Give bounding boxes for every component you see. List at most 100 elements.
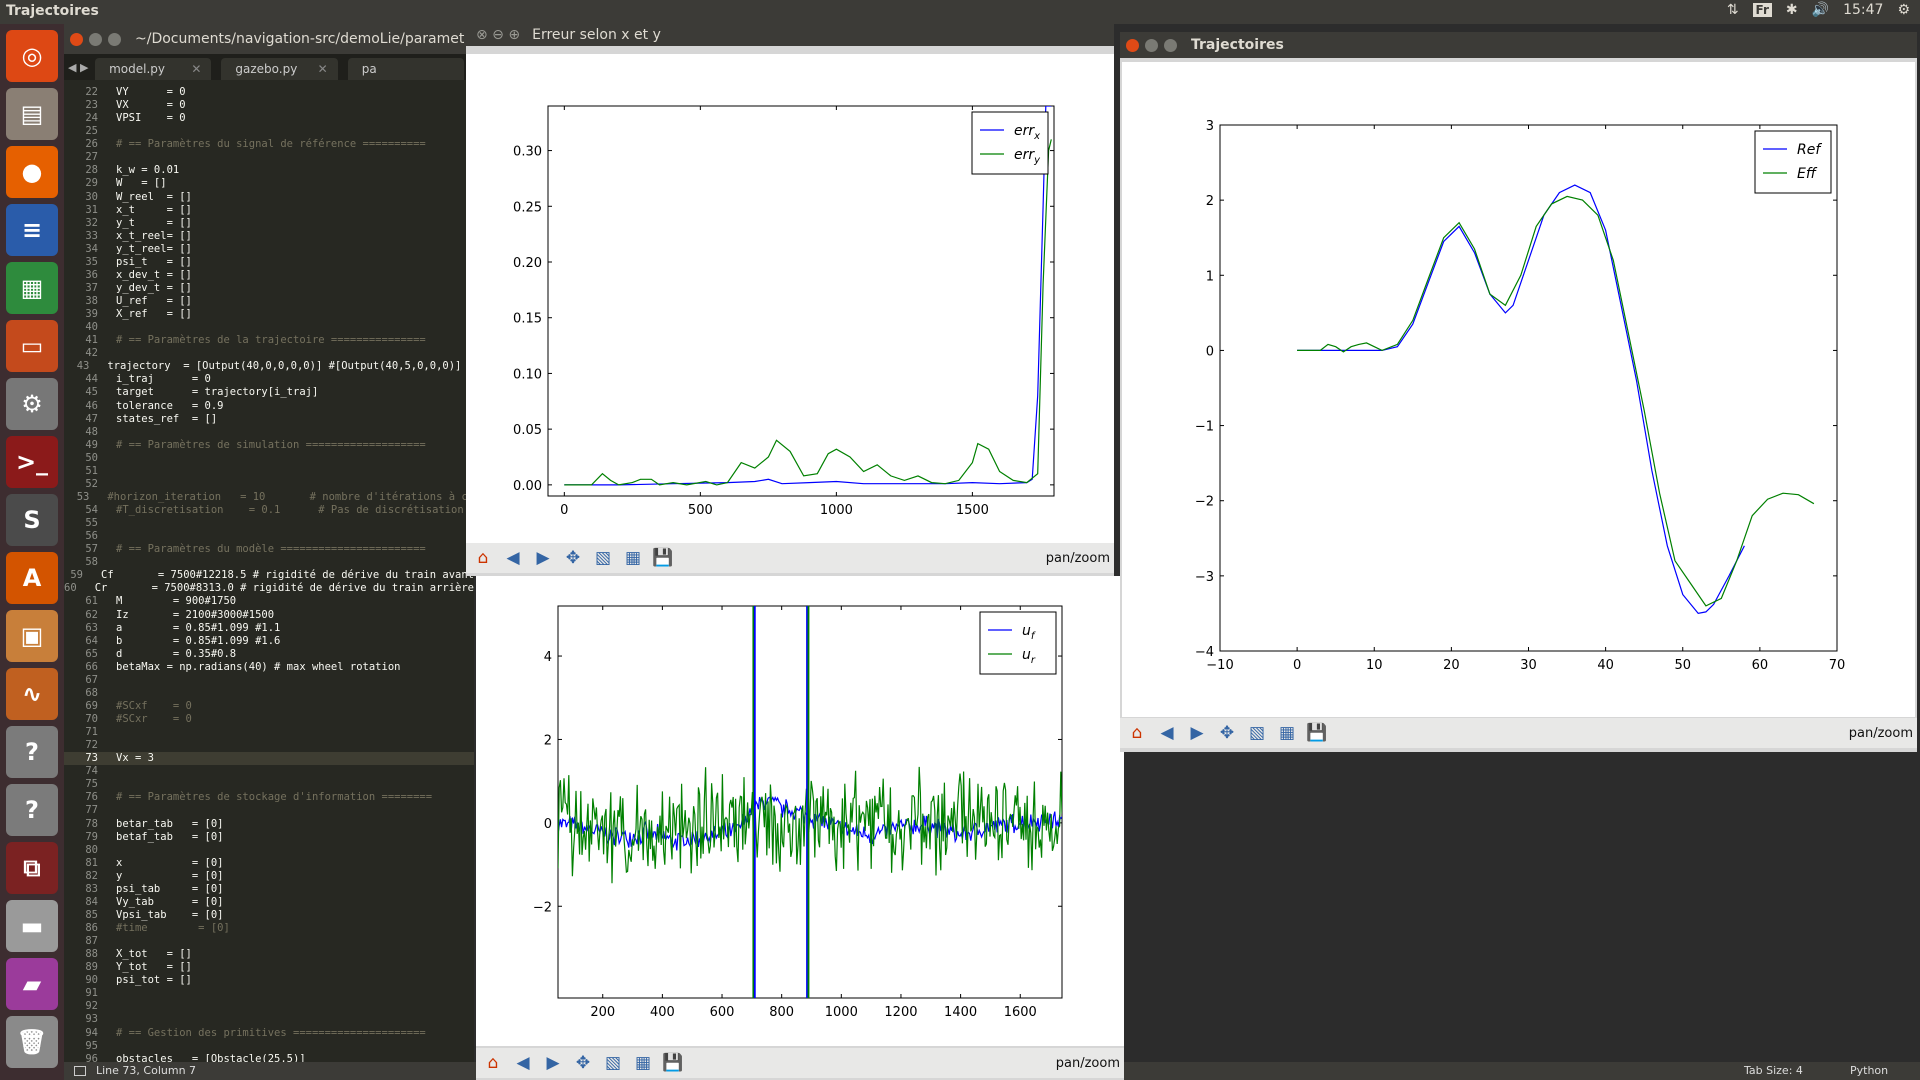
subplots-icon[interactable]: ▦ — [630, 1050, 656, 1076]
code-line[interactable]: 38 U_ref = [] — [64, 295, 474, 308]
save-icon[interactable]: 💾 — [650, 545, 676, 571]
tab-gazebo-py[interactable]: gazebo.py ✕ — [221, 58, 338, 80]
zoom-icon[interactable]: ▧ — [1244, 720, 1270, 746]
pan-icon[interactable]: ✥ — [1214, 720, 1240, 746]
maximize-window-button[interactable] — [108, 32, 121, 46]
subplots-icon[interactable]: ▦ — [1274, 720, 1300, 746]
code-line[interactable]: 70 #SCxr = 0 — [64, 713, 474, 726]
code-line[interactable]: 56 — [64, 530, 474, 543]
home-icon[interactable]: ⌂ — [470, 545, 496, 571]
code-line[interactable]: 30 W_reel = [] — [64, 191, 474, 204]
code-line[interactable]: 76 # == Paramètres de stockage d'informat… — [64, 791, 474, 804]
clock[interactable]: 15:47 — [1843, 2, 1883, 18]
zoom-icon[interactable]: ▧ — [590, 545, 616, 571]
code-line[interactable]: 40 — [64, 321, 474, 334]
app-window-icon[interactable]: ▰ — [6, 958, 58, 1010]
close-tab-icon[interactable]: ✕ — [191, 62, 201, 76]
code-line[interactable]: 75 — [64, 778, 474, 791]
code-line[interactable]: 74 — [64, 765, 474, 778]
code-line[interactable]: 35 psi_t = [] — [64, 256, 474, 269]
code-line[interactable]: 48 — [64, 426, 474, 439]
code-line[interactable]: 83 psi_tab = [0] — [64, 883, 474, 896]
oscilloscope-icon[interactable]: ∿ — [6, 668, 58, 720]
console-toggle-icon[interactable] — [74, 1066, 86, 1076]
code-line[interactable]: 82 y = [0] — [64, 870, 474, 883]
code-line[interactable]: 36 x_dev_t = [] — [64, 269, 474, 282]
settings-icon[interactable]: ⚙ — [6, 378, 58, 430]
code-line[interactable]: 85 Vpsi_tab = [0] — [64, 909, 474, 922]
code-line[interactable]: 32 y_t = [] — [64, 217, 474, 230]
save-icon[interactable]: 💾 — [660, 1050, 686, 1076]
code-line[interactable]: 71 — [64, 726, 474, 739]
syntax-selector[interactable]: Python — [1850, 1064, 1888, 1077]
code-area[interactable]: 22 VY = 0 23 VX = 0 24 VPSI = 0 25 26 # == Param… — [64, 86, 474, 1066]
code-line[interactable]: 49 # == Paramètres de simulation ========… — [64, 439, 474, 452]
code-line[interactable]: 64 b = 0.85#1.099 #1.6 — [64, 635, 474, 648]
trajectory-figure-canvas[interactable]: −10 0 10 20 30 40 50 60 70 −4 −3 −2 −1 0 1 2 3 Ref Eff — [1122, 62, 1915, 717]
window-buttons-icon[interactable]: ⊗ ⊖ ⊕ — [476, 27, 520, 43]
pan-icon[interactable]: ✥ — [570, 1050, 596, 1076]
tab-scroll-arrows-icon[interactable]: ◀ ▶ — [68, 61, 95, 74]
code-line[interactable]: 45 target = trajectory[i_traj] — [64, 386, 474, 399]
back-icon[interactable]: ◀ — [1154, 720, 1180, 746]
code-line[interactable]: 53 #horizon_iteration = 10 # nombre d'ité… — [64, 491, 474, 504]
impress-icon[interactable]: ▭ — [6, 320, 58, 372]
code-line[interactable]: 73 Vx = 3 — [64, 752, 474, 766]
code-line[interactable]: 24 VPSI = 0 — [64, 112, 474, 125]
home-icon[interactable]: ⌂ — [1124, 720, 1150, 746]
network-arrows-icon[interactable]: ⇅ — [1727, 2, 1739, 18]
code-line[interactable]: 47 states_ref = [] — [64, 413, 474, 426]
back-icon[interactable]: ◀ — [510, 1050, 536, 1076]
code-line[interactable]: 68 — [64, 687, 474, 700]
code-line[interactable]: 25 — [64, 125, 474, 138]
power-gear-icon[interactable]: ⚙ — [1897, 2, 1910, 18]
code-line[interactable]: 72 — [64, 739, 474, 752]
code-line[interactable]: 88 X_tot = [] — [64, 948, 474, 961]
code-line[interactable]: 33 x_t_reel= [] — [64, 230, 474, 243]
code-line[interactable]: 77 — [64, 804, 474, 817]
ubuntu-logo-icon[interactable]: ◎ — [6, 30, 58, 82]
workspace-switcher-icon[interactable]: ⧉ — [6, 842, 58, 894]
zoom-icon[interactable]: ▧ — [600, 1050, 626, 1076]
bluetooth-icon[interactable]: ✱ — [1786, 2, 1798, 18]
error-figure-canvas[interactable]: 0 500 1000 1500 0.00 0.05 0.10 0.15 0.20 0.25 0.30… — [466, 54, 1114, 558]
code-line[interactable]: 34 y_t_reel= [] — [64, 243, 474, 256]
code-line[interactable]: 61 M = 900#1750 — [64, 595, 474, 608]
code-line[interactable]: 44 i_traj = 0 — [64, 373, 474, 386]
code-line[interactable]: 27 — [64, 151, 474, 164]
tab-model-py[interactable]: model.py ✕ — [95, 58, 212, 80]
minimize-window-button[interactable] — [89, 32, 102, 46]
files-icon[interactable]: ▤ — [6, 88, 58, 140]
code-line[interactable]: 89 Y_tot = [] — [64, 961, 474, 974]
maximize-window-button[interactable] — [1164, 38, 1177, 52]
code-line[interactable]: 51 — [64, 465, 474, 478]
close-window-button[interactable] — [70, 32, 83, 46]
code-line[interactable]: 52 — [64, 478, 474, 491]
code-line[interactable]: 39 X_ref = [] — [64, 308, 474, 321]
unknown-app-icon-2[interactable]: ? — [6, 784, 58, 836]
code-line[interactable]: 94 # == Gestion des primitives ==========… — [64, 1027, 474, 1040]
firefox-icon[interactable]: ● — [6, 146, 58, 198]
home-icon[interactable]: ⌂ — [480, 1050, 506, 1076]
code-line[interactable]: 46 tolerance = 0.9 — [64, 400, 474, 413]
code-line[interactable]: 95 — [64, 1040, 474, 1053]
code-line[interactable]: 26 # == Paramètres du signal de référence… — [64, 138, 474, 151]
code-line[interactable]: 62 Iz = 2100#3000#1500 — [64, 609, 474, 622]
code-line[interactable]: 37 y_dev_t = [] — [64, 282, 474, 295]
package-icon[interactable]: ▣ — [6, 610, 58, 662]
software-center-icon[interactable]: A — [6, 552, 58, 604]
code-line[interactable]: 79 betaf_tab = [0] — [64, 831, 474, 844]
code-line[interactable]: 84 Vy_tab = [0] — [64, 896, 474, 909]
pan-icon[interactable]: ✥ — [560, 545, 586, 571]
code-line[interactable]: 67 — [64, 674, 474, 687]
code-line[interactable]: 81 x = [0] — [64, 857, 474, 870]
code-line[interactable]: 43 trajectory = [Output(40,0,0,0,0)] #[Ou… — [64, 360, 474, 373]
code-line[interactable]: 65 d = 0.35#0.8 — [64, 648, 474, 661]
code-line[interactable]: 58 — [64, 556, 474, 569]
code-line[interactable]: 93 — [64, 1013, 474, 1026]
sublime-text-icon[interactable]: S — [6, 494, 58, 546]
code-line[interactable]: 23 VX = 0 — [64, 99, 474, 112]
code-line[interactable]: 59 Cf = 7500#12218.5 # rigidité de dérive… — [64, 569, 474, 582]
code-line[interactable]: 42 — [64, 347, 474, 360]
forward-icon[interactable]: ▶ — [530, 545, 556, 571]
